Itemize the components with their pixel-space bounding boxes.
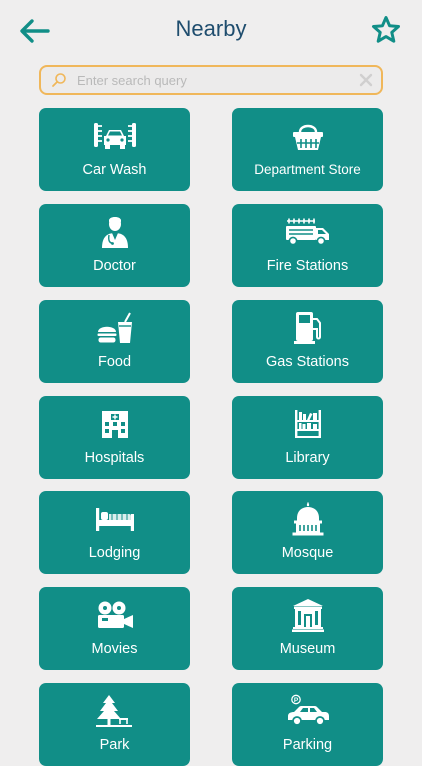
- category-label: Lodging: [88, 545, 141, 561]
- category-lodging[interactable]: Lodging: [39, 491, 190, 574]
- clear-icon[interactable]: [359, 73, 373, 87]
- category-label: Gas Stations: [265, 354, 349, 370]
- mosque-icon: [292, 502, 323, 536]
- category-food[interactable]: Food: [39, 300, 190, 383]
- category-movies[interactable]: Movies: [39, 587, 190, 670]
- category-car-wash[interactable]: Car Wash: [39, 108, 190, 191]
- favorite-button[interactable]: [370, 14, 402, 46]
- tree-icon: [95, 695, 132, 727]
- bed-icon: [95, 508, 134, 531]
- search-icon: [52, 73, 66, 87]
- bookshelf-icon: [294, 410, 321, 438]
- category-label: Park: [99, 737, 130, 753]
- parking-car-icon: P: [287, 694, 329, 726]
- gas-pump-icon: [293, 312, 321, 344]
- category-department-store[interactable]: Department Store: [232, 108, 383, 191]
- hospital-icon: [101, 411, 128, 438]
- category-mosque[interactable]: Mosque: [232, 491, 383, 574]
- category-label: Museum: [279, 641, 336, 657]
- category-museum[interactable]: Museum: [232, 587, 383, 670]
- movie-camera-icon: [97, 601, 133, 628]
- category-gas-stations[interactable]: Gas Stations: [232, 300, 383, 383]
- category-parking[interactable]: P Parking: [232, 683, 383, 766]
- svg-text:P: P: [293, 697, 298, 704]
- category-label: Hospitals: [84, 450, 145, 466]
- shopping-basket-icon: [292, 124, 323, 150]
- header-bar: Nearby: [0, 0, 422, 60]
- category-label: Movies: [91, 641, 138, 657]
- category-fire-stations[interactable]: Fire Stations: [232, 204, 383, 287]
- fire-truck-icon: [285, 218, 329, 246]
- category-label: Fire Stations: [266, 258, 349, 274]
- category-label: Car Wash: [82, 162, 147, 178]
- category-label: Doctor: [93, 258, 136, 274]
- search-bar: [39, 65, 383, 95]
- category-park[interactable]: Park: [39, 683, 190, 766]
- category-label: Department Store: [254, 162, 361, 177]
- category-label: Food: [97, 354, 132, 370]
- category-library[interactable]: Library: [232, 396, 383, 479]
- category-hospitals[interactable]: Hospitals: [39, 396, 190, 479]
- car-wash-icon: [93, 123, 136, 149]
- category-doctor[interactable]: Doctor: [39, 204, 190, 287]
- page-title: Nearby: [175, 16, 247, 41]
- search-input[interactable]: [77, 67, 347, 93]
- category-label: Library: [285, 450, 330, 466]
- category-label: Parking: [282, 737, 333, 753]
- star-icon: [372, 16, 400, 43]
- doctor-icon: [101, 217, 128, 248]
- fast-food-icon: [97, 312, 132, 343]
- category-label: Mosque: [281, 545, 334, 561]
- museum-icon: [291, 599, 324, 632]
